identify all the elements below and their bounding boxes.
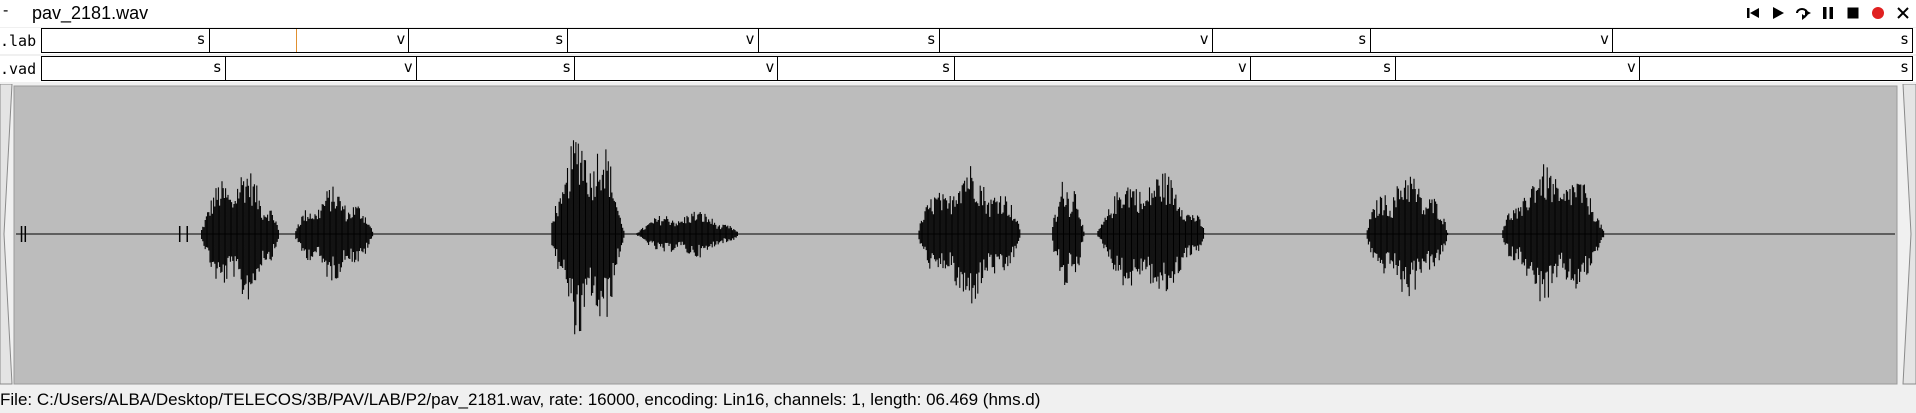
tier-segment[interactable]: s bbox=[409, 29, 568, 52]
tier-segment[interactable]: s bbox=[759, 29, 940, 52]
tier-segment[interactable]: s bbox=[1640, 57, 1912, 80]
waveform-panel[interactable] bbox=[0, 84, 1916, 388]
segment-label: v bbox=[745, 30, 755, 48]
segment-label: v bbox=[1199, 30, 1209, 48]
tier-segment[interactable]: v bbox=[940, 29, 1213, 52]
scroll-right-icon bbox=[1902, 84, 1916, 385]
record-button[interactable] bbox=[1869, 3, 1887, 23]
tier-segment[interactable]: v bbox=[210, 29, 410, 52]
tier-segment[interactable]: v bbox=[226, 57, 417, 80]
tier-segments[interactable]: svsvsvsvs bbox=[41, 56, 1913, 81]
loop-play-button[interactable] bbox=[1794, 3, 1812, 23]
segment-label: v bbox=[765, 58, 775, 76]
tier-segment[interactable]: s bbox=[778, 57, 955, 80]
segment-label: s bbox=[1899, 58, 1909, 76]
tier-segment[interactable]: v bbox=[1396, 57, 1640, 80]
tier-name: .vad bbox=[0, 60, 37, 78]
record-icon bbox=[1872, 7, 1884, 19]
tier-segment[interactable]: s bbox=[42, 57, 226, 80]
status-bar: File: C:/Users/ALBA/Desktop/TELECOS/3B/P… bbox=[0, 388, 1916, 413]
tier-segment[interactable]: s bbox=[1613, 29, 1912, 52]
tier-name: .lab bbox=[0, 32, 37, 50]
tier-vad: .vad s v s v s v s v s bbox=[0, 56, 1916, 82]
file-info-text: File: C:/Users/ALBA/Desktop/TELECOS/3B/P… bbox=[0, 390, 1041, 409]
tier-segment[interactable]: s bbox=[1251, 57, 1396, 80]
segment-label: s bbox=[1357, 30, 1367, 48]
tier-segment[interactable]: v bbox=[575, 57, 779, 80]
segment-label: s bbox=[1382, 58, 1392, 76]
tier-segment[interactable]: v bbox=[955, 57, 1251, 80]
transport-controls bbox=[1744, 3, 1912, 23]
tier-segment[interactable]: s bbox=[417, 57, 576, 80]
tier-segment[interactable]: s bbox=[42, 29, 210, 52]
close-button[interactable] bbox=[1894, 3, 1912, 23]
segment-label: s bbox=[562, 58, 572, 76]
tier-segment[interactable]: s bbox=[1213, 29, 1371, 52]
window-menu-button[interactable]: - bbox=[3, 2, 8, 20]
segment-label: v bbox=[1237, 58, 1247, 76]
segment-label: s bbox=[1899, 30, 1909, 48]
skip-to-start-button[interactable] bbox=[1744, 3, 1762, 23]
segment-label: v bbox=[396, 30, 406, 48]
segment-label: s bbox=[941, 58, 951, 76]
playback-cursor[interactable] bbox=[296, 29, 298, 52]
segment-label: v bbox=[403, 58, 413, 76]
play-icon bbox=[1773, 7, 1784, 19]
waveform-canvas[interactable] bbox=[0, 84, 1916, 388]
segment-label: s bbox=[212, 58, 222, 76]
play-button[interactable] bbox=[1769, 3, 1787, 23]
loop-play-icon bbox=[1796, 8, 1811, 20]
stop-button[interactable] bbox=[1844, 3, 1862, 23]
pause-icon bbox=[1823, 7, 1833, 19]
segment-label: s bbox=[196, 30, 206, 48]
window-title: pav_2181.wav bbox=[32, 3, 149, 23]
segment-label: s bbox=[554, 30, 564, 48]
tier-segment[interactable]: v bbox=[1371, 29, 1613, 52]
close-icon bbox=[1897, 7, 1909, 19]
tier-segment[interactable]: v bbox=[568, 29, 759, 52]
scroll-left-icon bbox=[0, 84, 13, 385]
tier-segments[interactable]: svsvsvsvs bbox=[41, 28, 1913, 53]
stop-icon bbox=[1847, 7, 1859, 19]
segment-label: v bbox=[1626, 58, 1636, 76]
pause-button[interactable] bbox=[1819, 3, 1837, 23]
segment-label: s bbox=[926, 30, 936, 48]
tier-lab: .lab s v s v s v s v s bbox=[0, 28, 1916, 54]
segment-label: v bbox=[1599, 30, 1609, 48]
title-bar: - pav_2181.wav bbox=[0, 0, 1916, 27]
skip-to-start-icon bbox=[1747, 8, 1759, 18]
